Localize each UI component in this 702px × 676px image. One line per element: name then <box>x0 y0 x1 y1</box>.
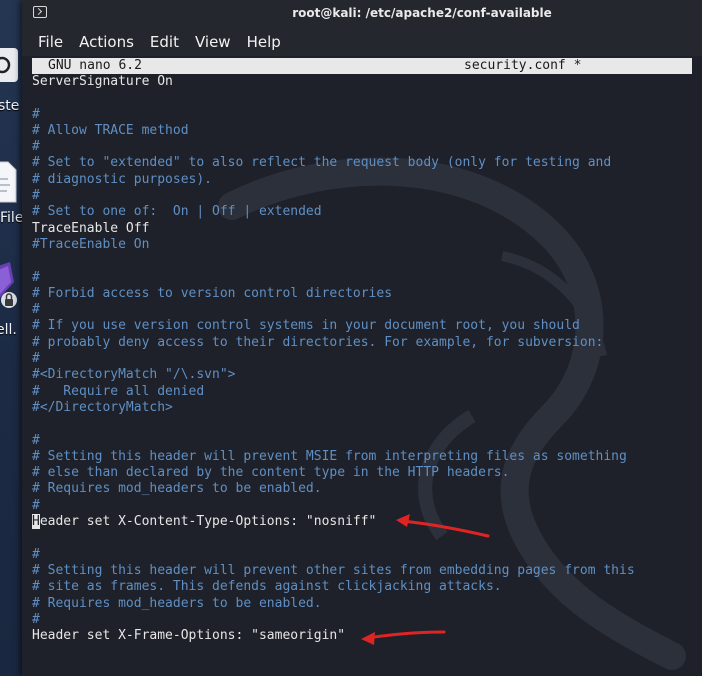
comment-text: #</DirectoryMatch> <box>32 399 173 415</box>
code-line: Header set X-Content-Type-Options: "nosn… <box>32 514 635 530</box>
code-line: # Requires mod_headers to be enabled. <box>32 481 635 497</box>
desktop-icon-label: ste <box>0 98 20 114</box>
comment-text: # <box>32 302 40 318</box>
code-line: #TraceEnable On <box>32 237 635 253</box>
desktop-icon-terminal[interactable]: ste <box>0 46 22 121</box>
comment-text: # <box>32 188 40 204</box>
code-line: # <box>32 302 635 318</box>
terminal-app-icon[interactable] <box>33 6 47 18</box>
menu-view[interactable]: View <box>195 33 231 51</box>
comment-text: # Require all denied <box>32 383 205 399</box>
comment-text: # <box>32 546 40 562</box>
comment-text: #TraceEnable On <box>32 236 150 252</box>
terminal-icon <box>0 48 18 82</box>
desktop-icon-label: ell. <box>0 322 17 338</box>
code-text: eader set X-Content-Type-Options: "nosni… <box>39 514 377 530</box>
code-line: # Require all denied <box>32 384 635 400</box>
code-line: # Setting this header will prevent MSIE … <box>32 449 635 465</box>
comment-text: # diagnostic purposes). <box>32 171 213 187</box>
code-line: #<DirectoryMatch "/\.svn"> <box>32 367 635 383</box>
comment-text: # Forbid access to version control direc… <box>32 285 393 301</box>
comment-text: # <box>32 106 40 122</box>
title-bar[interactable]: root@kali: /etc/apache2/conf-available <box>22 0 702 27</box>
desktop-icon-shell[interactable]: ell. <box>0 262 22 342</box>
code-line: # probably deny access to their director… <box>32 335 635 351</box>
code-line: # <box>32 498 635 514</box>
menu-edit[interactable]: Edit <box>150 33 179 51</box>
code-line: # Allow TRACE method <box>32 123 635 139</box>
code-line: # If you use version control systems in … <box>32 318 635 334</box>
comment-text: # Setting this header will prevent other… <box>32 562 635 578</box>
comment-text: # Requires mod_headers to be enabled. <box>32 595 322 611</box>
comment-text: # <box>32 139 40 155</box>
code-line: # <box>32 433 635 449</box>
code-line: Header set X-Frame-Options: "sameorigin" <box>32 628 635 644</box>
desktop-icon-file[interactable]: File <box>0 160 24 230</box>
comment-text: # else than declared by the content type… <box>32 465 510 481</box>
code-line: # Set to "extended" to also reflect the … <box>32 155 635 171</box>
nano-header-bar: GNU nano 6.2 security.conf * <box>32 58 692 74</box>
code-line: TraceEnable Off <box>32 221 635 237</box>
comment-text: # Allow TRACE method <box>32 122 189 138</box>
comment-text: # <box>32 611 40 627</box>
code-text: Header set X-Frame-Options: "sameorigin" <box>32 628 346 644</box>
code-line: # Requires mod_headers to be enabled. <box>32 596 635 612</box>
menu-file[interactable]: File <box>38 33 63 51</box>
comment-text: # <box>32 269 40 285</box>
code-line: # <box>32 351 635 367</box>
file-content[interactable]: ServerSignature On # # Allow TRACE method #… <box>32 74 635 644</box>
code-line: # <box>32 107 635 123</box>
code-line: # <box>32 612 635 628</box>
comment-text: # probably deny access to their director… <box>32 334 604 350</box>
comment-text: # If you use version control systems in … <box>32 318 580 334</box>
code-line: # Forbid access to version control direc… <box>32 286 635 302</box>
comment-text: # <box>32 497 40 513</box>
desktop: ste File ell. root@kali: /etc/apache2/co… <box>0 0 702 676</box>
menu-bar: File Actions Edit View Help <box>22 27 702 56</box>
comment-text: # Setting this header will prevent MSIE … <box>32 448 627 464</box>
comment-text: # <box>32 351 40 367</box>
desktop-icon-label: File <box>0 210 24 226</box>
comment-text: # Requires mod_headers to be enabled. <box>32 481 322 497</box>
code-line: # else than declared by the content type… <box>32 465 635 481</box>
menu-help[interactable]: Help <box>247 33 281 51</box>
code-line: # diagnostic purposes). <box>32 172 635 188</box>
code-line: # Setting this header will prevent other… <box>32 563 635 579</box>
menu-actions[interactable]: Actions <box>79 33 134 51</box>
comment-text: # Set to one of: On | Off | extended <box>32 204 322 220</box>
nano-editor[interactable]: GNU nano 6.2 security.conf * ServerSigna… <box>22 56 702 676</box>
shell-icon <box>0 262 17 308</box>
nano-version: GNU nano 6.2 <box>48 58 142 73</box>
comment-text: #<DirectoryMatch "/\.svn"> <box>32 367 236 383</box>
code-text: TraceEnable Off <box>32 220 150 236</box>
code-line: #</DirectoryMatch> <box>32 400 635 416</box>
terminal-window[interactable]: root@kali: /etc/apache2/conf-available F… <box>22 0 702 676</box>
window-title: root@kali: /etc/apache2/conf-available <box>292 6 552 20</box>
code-line: # <box>32 139 635 155</box>
comment-text: # site as frames. This defends against c… <box>32 579 502 595</box>
code-text: ServerSignature On <box>32 74 173 89</box>
code-line: # Set to one of: On | Off | extended <box>32 204 635 220</box>
comment-text: # <box>32 432 40 448</box>
code-line: # <box>32 188 635 204</box>
nano-filename: security.conf * <box>464 58 582 73</box>
file-icon <box>0 161 17 203</box>
code-line: # <box>32 547 635 563</box>
code-line: ServerSignature On <box>32 74 635 90</box>
text-cursor: H <box>32 514 40 530</box>
code-line: # site as frames. This defends against c… <box>32 579 635 595</box>
comment-text: # Set to "extended" to also reflect the … <box>32 155 612 171</box>
code-line: # <box>32 270 635 286</box>
